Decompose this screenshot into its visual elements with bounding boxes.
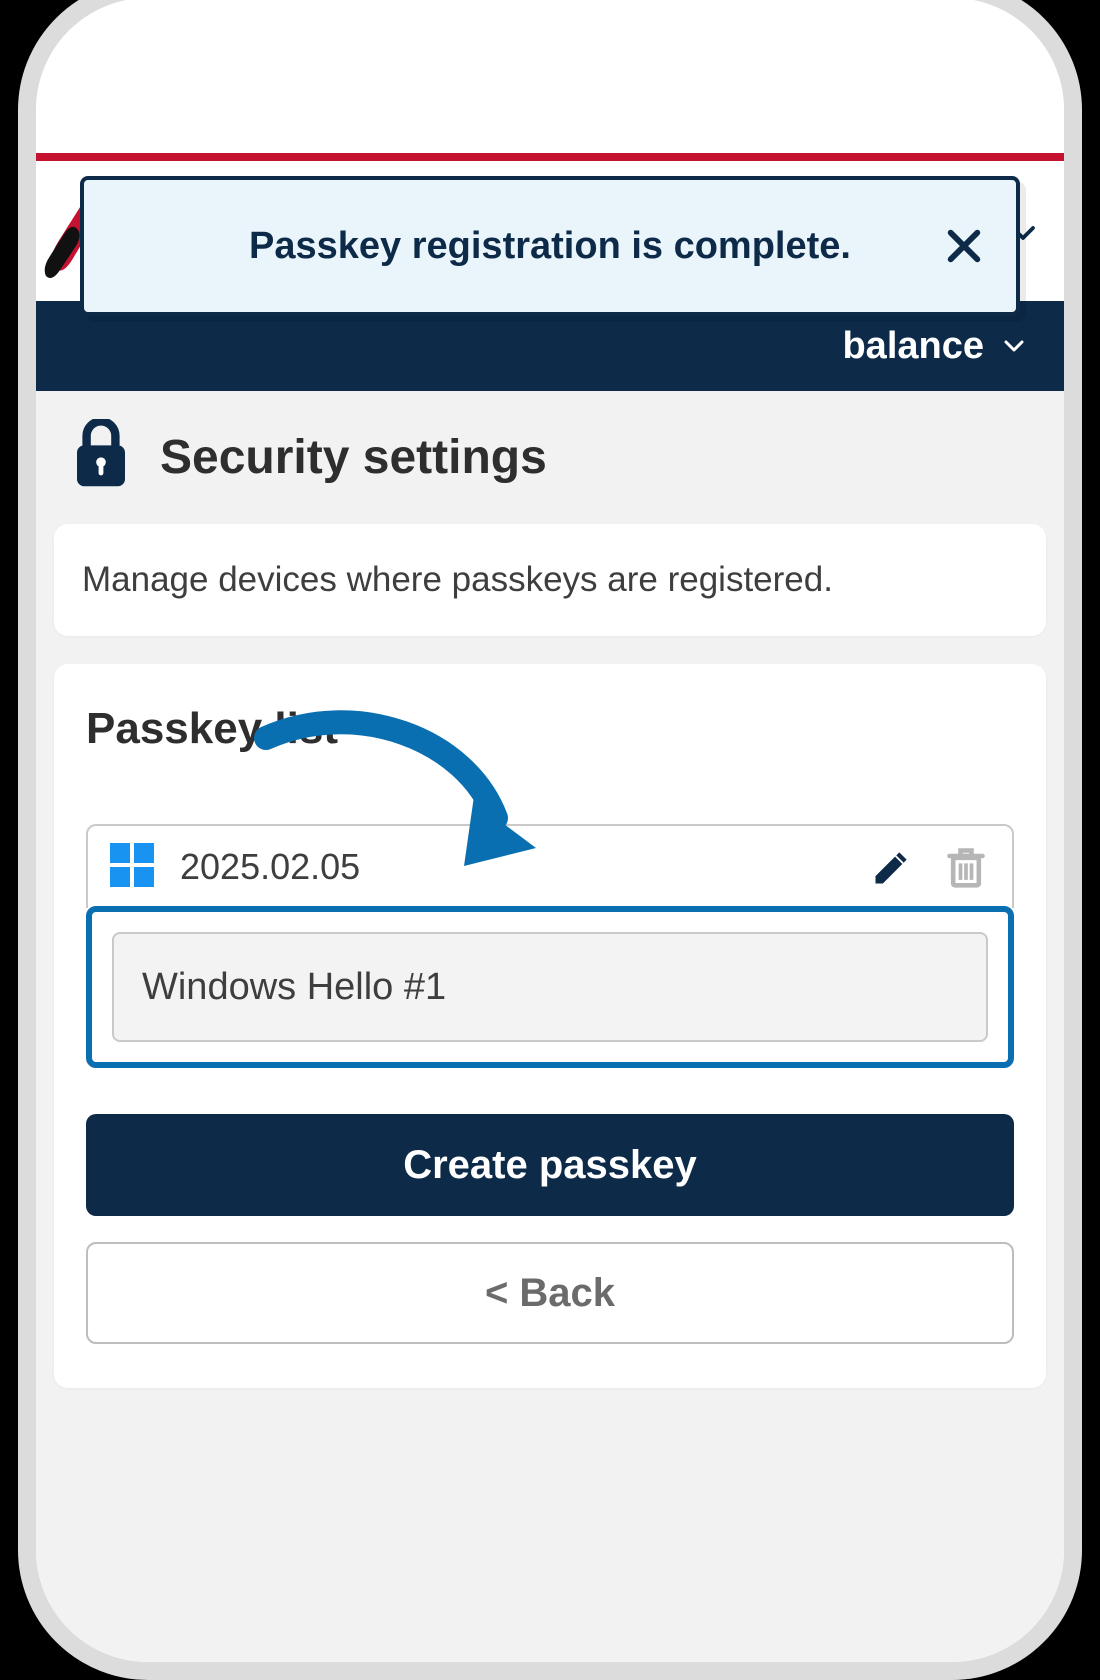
page-description-card: Manage devices where passkeys are regist… — [54, 524, 1046, 636]
passkey-list-card: Passkey list 2025.02.05 — [54, 664, 1046, 1388]
back-button-label: < Back — [485, 1271, 615, 1316]
back-button[interactable]: < Back — [86, 1242, 1014, 1344]
page-title: Security settings — [160, 430, 547, 485]
page-header: Security settings — [54, 391, 1046, 524]
windows-icon — [110, 843, 154, 892]
page-description: Manage devices where passkeys are regist… — [82, 560, 833, 599]
toast-message: Passkey registration is complete. — [84, 225, 1016, 268]
create-passkey-button[interactable]: Create passkey — [86, 1114, 1014, 1216]
toast-close-button[interactable] — [942, 224, 986, 268]
passkey-name-value: Windows Hello #1 — [142, 966, 446, 1009]
passkey-item-highlight: Windows Hello #1 — [86, 906, 1014, 1068]
edit-button[interactable] — [868, 843, 916, 891]
balance-label: balance — [842, 325, 984, 368]
lock-icon — [72, 419, 130, 496]
passkey-date: 2025.02.05 — [180, 846, 842, 888]
page-content: Security settings Manage devices where p… — [36, 391, 1064, 1388]
phone-frame: balance Passkey registration is complete… — [18, 0, 1082, 1680]
create-passkey-label: Create passkey — [403, 1143, 697, 1188]
delete-button[interactable] — [942, 843, 990, 891]
passkey-list-title: Passkey list — [86, 704, 1014, 754]
passkey-name-input[interactable]: Windows Hello #1 — [112, 932, 988, 1042]
passkey-item-header: 2025.02.05 — [86, 824, 1014, 908]
chevron-down-icon — [1002, 325, 1026, 368]
toast-notification: Passkey registration is complete. — [80, 176, 1020, 316]
status-bar-space — [36, 0, 1064, 153]
app-screen: balance Passkey registration is complete… — [36, 0, 1064, 1662]
passkey-item: 2025.02.05 — [86, 824, 1014, 1068]
brand-accent-line — [36, 153, 1064, 161]
